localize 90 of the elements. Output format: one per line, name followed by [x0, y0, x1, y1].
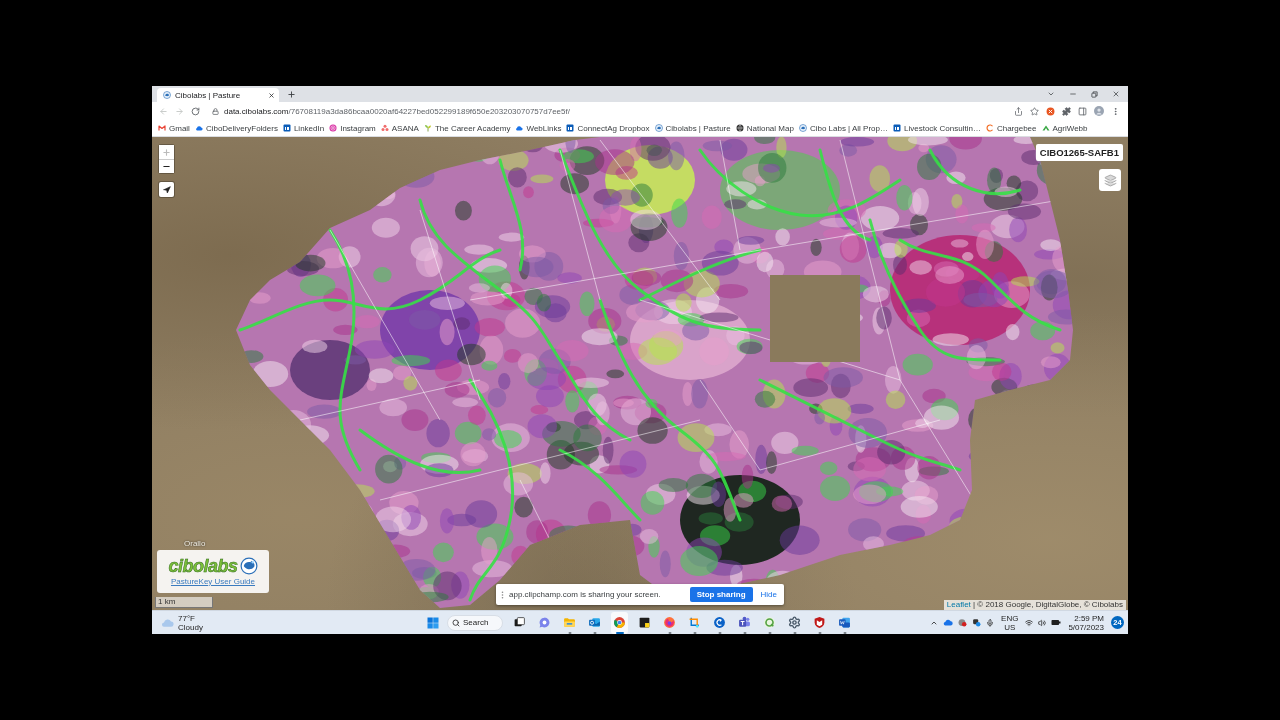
mail-icon[interactable] — [588, 616, 601, 629]
star-icon[interactable] — [1030, 106, 1039, 116]
bookmark[interactable]: LinkedIn — [282, 121, 325, 135]
bookmark[interactable]: ConnectAg Dropbox — [566, 121, 650, 135]
new-tab-icon[interactable] — [287, 89, 296, 99]
chevron-down-icon[interactable] — [1047, 90, 1055, 98]
scale-bar: 1 km — [155, 597, 213, 608]
battery-icon[interactable] — [1051, 619, 1062, 626]
document-icon[interactable] — [838, 616, 851, 629]
place-label: Orallo — [184, 539, 206, 548]
navigation-arrow-icon — [162, 185, 171, 194]
bookmark[interactable]: WebLinks — [515, 121, 562, 135]
browser-icon[interactable] — [663, 616, 676, 629]
snip-icon[interactable] — [688, 616, 701, 629]
tile-icon — [893, 124, 901, 132]
map-attribution: Leaflet | © 2018 Google, DigitalGlobe, © Cibolabs — [943, 600, 1126, 610]
people-icon[interactable] — [738, 616, 751, 629]
locate-button[interactable] — [159, 182, 174, 197]
share-icon[interactable] — [1014, 106, 1023, 116]
lock-icon — [212, 107, 219, 115]
share-message: app.clipchamp.com is sharing your screen. — [509, 590, 662, 599]
emblem-icon — [163, 91, 171, 99]
clock[interactable]: 2:59 PM 5/07/2023 — [1066, 613, 1106, 632]
logo-wordmark: cibolabs — [168, 557, 238, 575]
stop-sharing-button[interactable]: Stop sharing — [689, 587, 753, 602]
cloud-icon — [515, 124, 524, 132]
task-view-icon[interactable] — [513, 616, 526, 629]
search-field[interactable]: Search — [447, 614, 503, 631]
browser-tab[interactable]: Cibolabs | Pasture — [157, 88, 279, 102]
mic-icon[interactable] — [986, 618, 995, 627]
restore-icon[interactable] — [1091, 90, 1098, 98]
bookmark[interactable]: The Career Academy — [423, 121, 511, 135]
emblem-icon — [798, 124, 807, 132]
tile-icon — [282, 124, 291, 132]
shield-icon[interactable] — [813, 616, 826, 629]
attribution-link[interactable]: Leaflet — [946, 600, 971, 609]
cloud-icon — [161, 617, 174, 628]
more-icon[interactable] — [1111, 106, 1120, 116]
bookmark[interactable]: Cibo Labs | All Prop… — [798, 121, 888, 135]
language-indicator[interactable]: ENG US — [999, 613, 1021, 632]
ring-icon[interactable] — [763, 616, 776, 629]
bookmark[interactable]: Gmail — [158, 121, 190, 135]
cloud-icon[interactable] — [943, 619, 954, 626]
side-panel-icon[interactable] — [1078, 106, 1087, 116]
folder-icon[interactable] — [563, 616, 576, 629]
close-icon[interactable] — [1112, 90, 1120, 98]
emblem-icon — [239, 557, 258, 575]
plus-icon — [162, 147, 171, 157]
mail-icon — [158, 124, 166, 132]
camera-icon — [329, 124, 338, 132]
app-status-icon[interactable] — [958, 618, 968, 627]
bookmark[interactable]: National Map — [735, 121, 794, 135]
puzzle-icon[interactable] — [1062, 106, 1071, 116]
browser-icon[interactable] — [613, 616, 626, 629]
emblem-icon — [654, 124, 663, 132]
zoom-out-button[interactable] — [159, 159, 174, 173]
cloud-icon — [194, 124, 203, 132]
avatar-icon[interactable] — [1094, 106, 1104, 116]
arc-icon — [985, 124, 994, 132]
bookmark[interactable]: Cibolabs | Pasture — [654, 121, 731, 135]
bookmark[interactable]: ASANA — [380, 121, 419, 135]
weather-widget[interactable]: 77°F Cloudy — [152, 611, 203, 634]
tile-icon — [566, 124, 575, 132]
address-field[interactable]: data.cibolabs.com/76708119a3da86bcaa0020af64227bed052299189f650e203203070757d7ee5f/ — [207, 103, 1007, 119]
start-menu-icon[interactable] — [427, 616, 439, 629]
chat-icon[interactable] — [538, 616, 551, 629]
bookmark[interactable]: AgriWebb — [1041, 121, 1088, 135]
search-icon — [452, 618, 460, 627]
hide-button[interactable]: Hide — [757, 587, 780, 602]
app-icon[interactable] — [972, 618, 982, 627]
guide-link[interactable]: PastureKey User Guide — [170, 577, 255, 586]
gear-icon[interactable] — [788, 616, 801, 629]
globe-icon — [735, 124, 744, 132]
wifi-icon[interactable] — [1025, 618, 1034, 627]
speaker-icon[interactable] — [1038, 618, 1047, 627]
sprout-icon — [423, 124, 432, 132]
grip-icon — [501, 590, 504, 599]
satellite-map[interactable]: CIBO1265-SAFB1 Orallo cibolabs PastureKey User Guide 1 km Leaflet | © 2018 Google, DigitalGlobe, © Cibolabs app.clipchamp.com is sharing your screen. Stop sharing Hide — [152, 137, 1128, 610]
note-icon[interactable] — [638, 616, 651, 629]
close-icon[interactable] — [268, 91, 275, 99]
bookmark[interactable]: Instagram — [329, 121, 376, 135]
property-label: CIBO1265-SAFB1 — [1035, 144, 1123, 161]
extension-icon[interactable] — [1046, 106, 1055, 116]
dots-icon — [380, 124, 389, 132]
bookmark[interactable]: Livestock Consultin… — [893, 121, 981, 135]
chevron-icon — [1041, 124, 1050, 132]
layers-icon — [1103, 173, 1117, 187]
reload-icon[interactable] — [191, 106, 200, 116]
bookmark[interactable]: CiboDeliveryFolders — [194, 121, 278, 135]
bookmark[interactable]: Chargebee — [985, 121, 1037, 135]
